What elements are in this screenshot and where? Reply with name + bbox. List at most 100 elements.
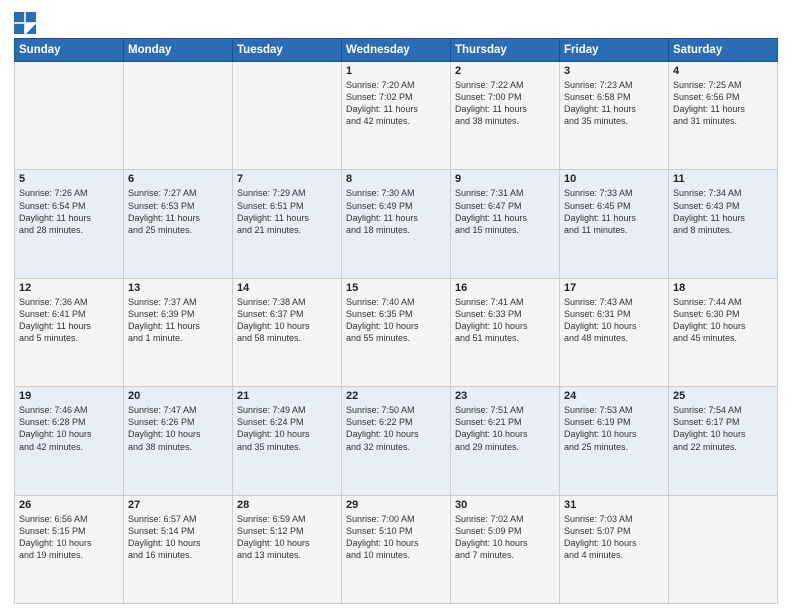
week-row-4: 19Sunrise: 7:46 AMSunset: 6:28 PMDayligh… bbox=[15, 387, 778, 495]
weekday-header-monday: Monday bbox=[124, 39, 233, 62]
day-number: 3 bbox=[564, 65, 664, 77]
day-info: Sunrise: 7:38 AMSunset: 6:37 PMDaylight:… bbox=[237, 296, 337, 345]
day-cell: 17 Sunrise: 7:43 AMSunset: 6:31 PMDayligh… bbox=[560, 278, 669, 386]
day-cell: 31 Sunrise: 7:03 AMSunset: 5:07 PMDayligh… bbox=[560, 495, 669, 603]
day-cell bbox=[124, 62, 233, 170]
day-cell: 10Sunrise: 7:33 AMSunset: 6:45 PMDayligh… bbox=[560, 170, 669, 278]
day-number: 15 bbox=[346, 282, 446, 294]
day-info: Sunrise: 7:34 AMSunset: 6:43 PMDaylight:… bbox=[673, 187, 773, 236]
day-info: Sunrise: 7:51 AMSunset: 6:21 PMDaylight:… bbox=[455, 404, 555, 453]
day-info: Sunrise: 7:49 AMSunset: 6:24 PMDaylight:… bbox=[237, 404, 337, 453]
day-cell: 28 Sunrise: 6:59 AMSunset: 5:12 PMDayligh… bbox=[233, 495, 342, 603]
day-number: 16 bbox=[455, 282, 555, 294]
day-cell: 30 Sunrise: 7:02 AMSunset: 5:09 PMDayligh… bbox=[451, 495, 560, 603]
weekday-header-friday: Friday bbox=[560, 39, 669, 62]
day-number: 12 bbox=[19, 282, 119, 294]
day-cell: 11 Sunrise: 7:34 AMSunset: 6:43 PMDayligh… bbox=[669, 170, 778, 278]
day-number: 26 bbox=[19, 499, 119, 511]
logo-icon bbox=[14, 12, 36, 34]
day-number: 1 bbox=[346, 65, 446, 77]
day-number: 11 bbox=[673, 173, 773, 185]
week-row-3: 12 Sunrise: 7:36 AMSunset: 6:41 PMDayligh… bbox=[15, 278, 778, 386]
day-info: Sunrise: 7:47 AMSunset: 6:26 PMDaylight:… bbox=[128, 404, 228, 453]
day-number: 29 bbox=[346, 499, 446, 511]
day-info: Sunrise: 7:27 AMSunset: 6:53 PMDaylight:… bbox=[128, 187, 228, 236]
day-info: Sunrise: 7:03 AMSunset: 5:07 PMDaylight:… bbox=[564, 513, 664, 562]
day-info: Sunrise: 7:36 AMSunset: 6:41 PMDaylight:… bbox=[19, 296, 119, 345]
day-cell: 13Sunrise: 7:37 AMSunset: 6:39 PMDayligh… bbox=[124, 278, 233, 386]
weekday-header-wednesday: Wednesday bbox=[342, 39, 451, 62]
day-info: Sunrise: 7:02 AMSunset: 5:09 PMDaylight:… bbox=[455, 513, 555, 562]
day-cell: 20 Sunrise: 7:47 AMSunset: 6:26 PMDayligh… bbox=[124, 387, 233, 495]
calendar-table: SundayMondayTuesdayWednesdayThursdayFrid… bbox=[14, 38, 778, 604]
day-cell: 7Sunrise: 7:29 AMSunset: 6:51 PMDaylight… bbox=[233, 170, 342, 278]
day-number: 9 bbox=[455, 173, 555, 185]
day-info: Sunrise: 7:54 AMSunset: 6:17 PMDaylight:… bbox=[673, 404, 773, 453]
day-info: Sunrise: 7:40 AMSunset: 6:35 PMDaylight:… bbox=[346, 296, 446, 345]
weekday-header-saturday: Saturday bbox=[669, 39, 778, 62]
day-number: 4 bbox=[673, 65, 773, 77]
day-info: Sunrise: 6:57 AMSunset: 5:14 PMDaylight:… bbox=[128, 513, 228, 562]
day-cell: 24 Sunrise: 7:53 AMSunset: 6:19 PMDayligh… bbox=[560, 387, 669, 495]
day-number: 20 bbox=[128, 390, 228, 402]
week-row-5: 26 Sunrise: 6:56 AMSunset: 5:15 PMDayligh… bbox=[15, 495, 778, 603]
day-number: 24 bbox=[564, 390, 664, 402]
day-cell: 3 Sunrise: 7:23 AMSunset: 6:58 PMDaylight… bbox=[560, 62, 669, 170]
day-number: 18 bbox=[673, 282, 773, 294]
day-info: Sunrise: 7:30 AMSunset: 6:49 PMDaylight:… bbox=[346, 187, 446, 236]
day-info: Sunrise: 7:33 AMSunset: 6:45 PMDaylight:… bbox=[564, 187, 664, 236]
day-cell: 9 Sunrise: 7:31 AMSunset: 6:47 PMDaylight… bbox=[451, 170, 560, 278]
page: SundayMondayTuesdayWednesdayThursdayFrid… bbox=[0, 0, 792, 612]
header bbox=[14, 10, 778, 34]
day-info: Sunrise: 7:31 AMSunset: 6:47 PMDaylight:… bbox=[455, 187, 555, 236]
day-number: 17 bbox=[564, 282, 664, 294]
day-info: Sunrise: 7:37 AMSunset: 6:39 PMDaylight:… bbox=[128, 296, 228, 345]
day-info: Sunrise: 7:29 AMSunset: 6:51 PMDaylight:… bbox=[237, 187, 337, 236]
day-info: Sunrise: 7:41 AMSunset: 6:33 PMDaylight:… bbox=[455, 296, 555, 345]
day-number: 30 bbox=[455, 499, 555, 511]
day-number: 8 bbox=[346, 173, 446, 185]
day-cell bbox=[669, 495, 778, 603]
week-row-2: 5 Sunrise: 7:26 AMSunset: 6:54 PMDaylight… bbox=[15, 170, 778, 278]
day-info: Sunrise: 7:46 AMSunset: 6:28 PMDaylight:… bbox=[19, 404, 119, 453]
day-info: Sunrise: 7:43 AMSunset: 6:31 PMDaylight:… bbox=[564, 296, 664, 345]
day-number: 27 bbox=[128, 499, 228, 511]
day-number: 22 bbox=[346, 390, 446, 402]
day-info: Sunrise: 7:44 AMSunset: 6:30 PMDaylight:… bbox=[673, 296, 773, 345]
day-cell: 29 Sunrise: 7:00 AMSunset: 5:10 PMDayligh… bbox=[342, 495, 451, 603]
day-number: 14 bbox=[237, 282, 337, 294]
day-number: 25 bbox=[673, 390, 773, 402]
day-number: 5 bbox=[19, 173, 119, 185]
day-cell: 22Sunrise: 7:50 AMSunset: 6:22 PMDayligh… bbox=[342, 387, 451, 495]
day-cell: 16 Sunrise: 7:41 AMSunset: 6:33 PMDayligh… bbox=[451, 278, 560, 386]
day-cell: 27 Sunrise: 6:57 AMSunset: 5:14 PMDayligh… bbox=[124, 495, 233, 603]
weekday-header-thursday: Thursday bbox=[451, 39, 560, 62]
day-cell: 2 Sunrise: 7:22 AMSunset: 7:00 PMDaylight… bbox=[451, 62, 560, 170]
day-info: Sunrise: 6:59 AMSunset: 5:12 PMDaylight:… bbox=[237, 513, 337, 562]
day-cell: 21 Sunrise: 7:49 AMSunset: 6:24 PMDayligh… bbox=[233, 387, 342, 495]
day-number: 21 bbox=[237, 390, 337, 402]
day-info: Sunrise: 7:20 AMSunset: 7:02 PMDaylight:… bbox=[346, 79, 446, 128]
day-info: Sunrise: 7:53 AMSunset: 6:19 PMDaylight:… bbox=[564, 404, 664, 453]
day-number: 31 bbox=[564, 499, 664, 511]
day-cell: 15 Sunrise: 7:40 AMSunset: 6:35 PMDayligh… bbox=[342, 278, 451, 386]
day-cell: 4 Sunrise: 7:25 AMSunset: 6:56 PMDaylight… bbox=[669, 62, 778, 170]
day-info: Sunrise: 7:25 AMSunset: 6:56 PMDaylight:… bbox=[673, 79, 773, 128]
day-cell: 25 Sunrise: 7:54 AMSunset: 6:17 PMDayligh… bbox=[669, 387, 778, 495]
day-cell: 19Sunrise: 7:46 AMSunset: 6:28 PMDayligh… bbox=[15, 387, 124, 495]
weekday-header-sunday: Sunday bbox=[15, 39, 124, 62]
day-cell bbox=[15, 62, 124, 170]
day-info: Sunrise: 7:23 AMSunset: 6:58 PMDaylight:… bbox=[564, 79, 664, 128]
day-cell: 6Sunrise: 7:27 AMSunset: 6:53 PMDaylight… bbox=[124, 170, 233, 278]
day-info: Sunrise: 7:22 AMSunset: 7:00 PMDaylight:… bbox=[455, 79, 555, 128]
day-number: 2 bbox=[455, 65, 555, 77]
day-cell: 26 Sunrise: 6:56 AMSunset: 5:15 PMDayligh… bbox=[15, 495, 124, 603]
day-info: Sunrise: 6:56 AMSunset: 5:15 PMDaylight:… bbox=[19, 513, 119, 562]
day-cell: 18 Sunrise: 7:44 AMSunset: 6:30 PMDayligh… bbox=[669, 278, 778, 386]
day-number: 28 bbox=[237, 499, 337, 511]
day-info: Sunrise: 7:00 AMSunset: 5:10 PMDaylight:… bbox=[346, 513, 446, 562]
day-number: 23 bbox=[455, 390, 555, 402]
day-info: Sunrise: 7:26 AMSunset: 6:54 PMDaylight:… bbox=[19, 187, 119, 236]
day-cell: 23 Sunrise: 7:51 AMSunset: 6:21 PMDayligh… bbox=[451, 387, 560, 495]
week-row-1: 1 Sunrise: 7:20 AMSunset: 7:02 PMDaylight… bbox=[15, 62, 778, 170]
